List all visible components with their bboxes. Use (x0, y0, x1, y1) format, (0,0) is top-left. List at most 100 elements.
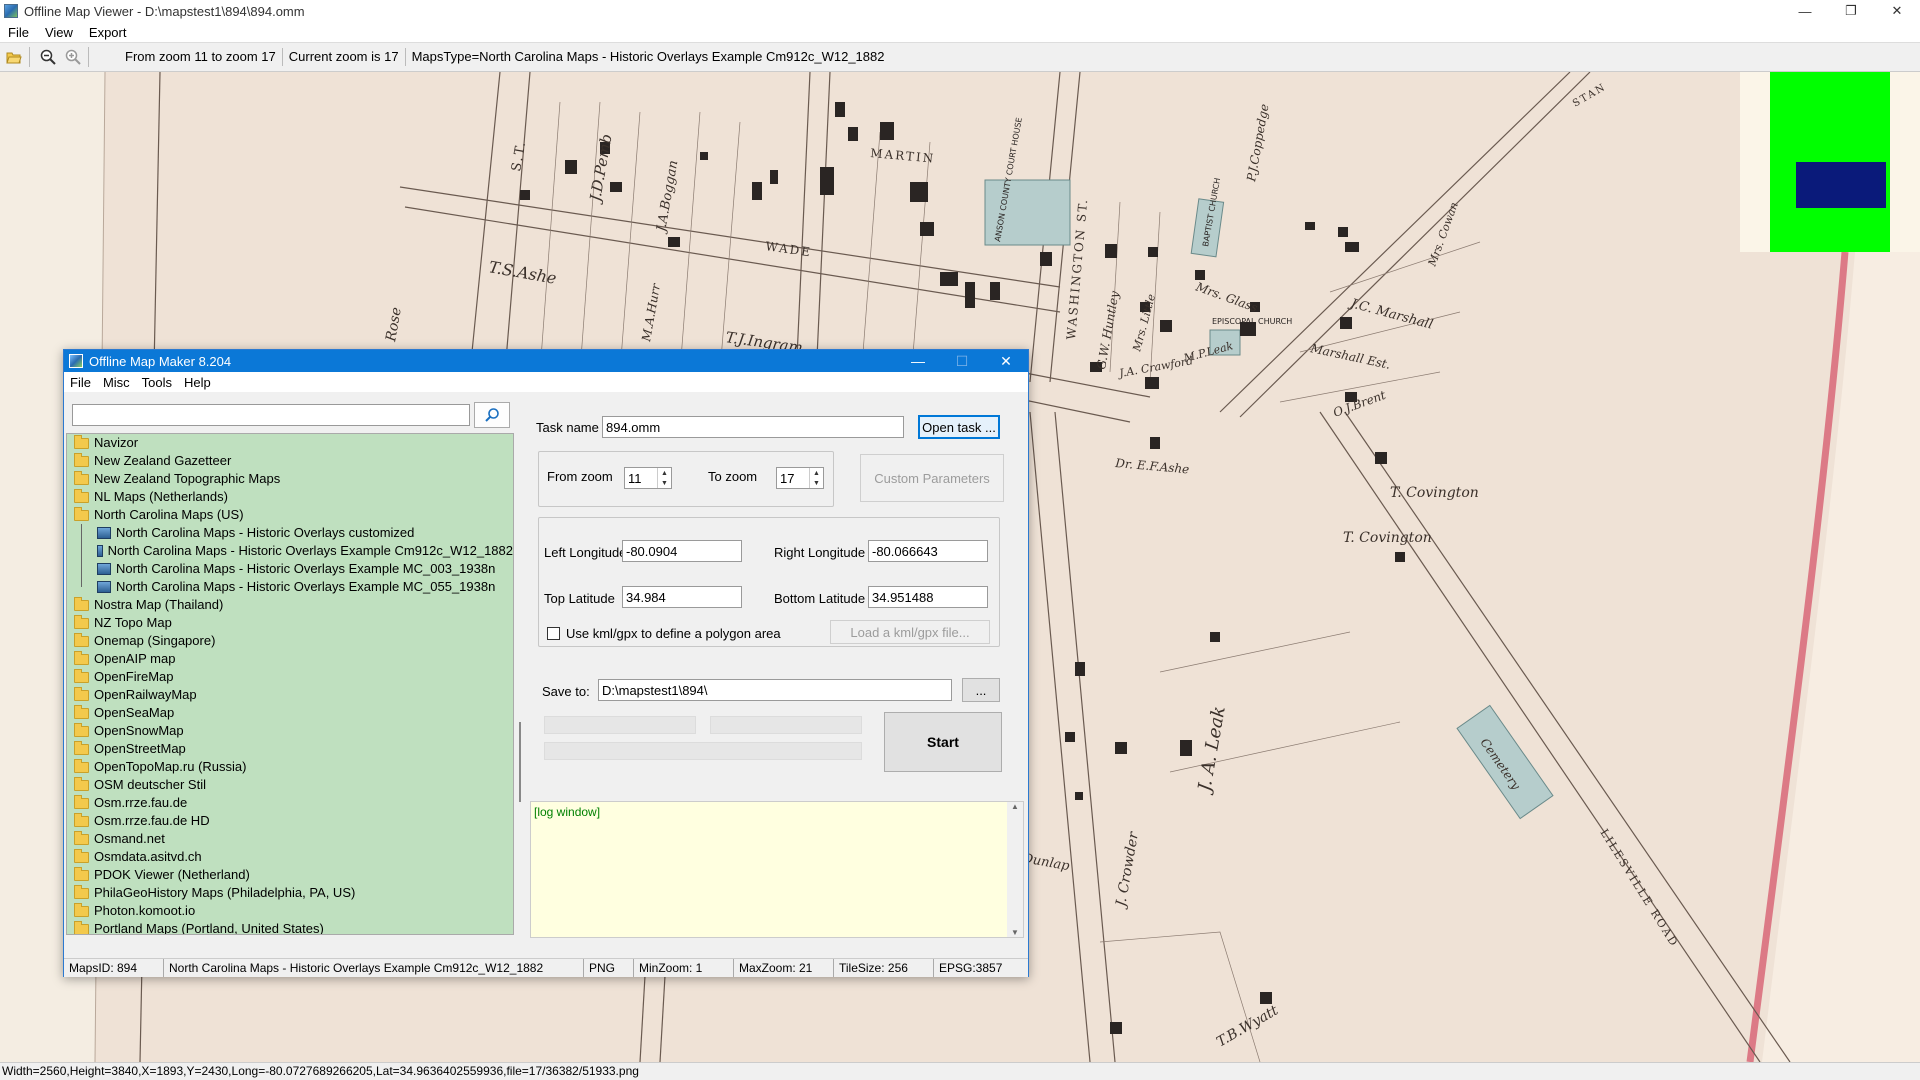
zoom-out-button[interactable] (37, 46, 59, 68)
log-scrollbar[interactable]: ▲ ▼ (1007, 802, 1023, 937)
bottom-latitude-label: Bottom Latitude (774, 591, 866, 606)
tree-folder-item[interactable]: Osmand.net (67, 830, 513, 848)
task-name-input[interactable] (602, 416, 904, 438)
tree-map-item[interactable]: North Carolina Maps - Historic Overlays … (67, 560, 513, 578)
menu-export[interactable]: Export (81, 25, 135, 40)
tree-folder-item[interactable]: OpenSeaMap (67, 704, 513, 722)
menu-view[interactable]: View (37, 25, 81, 40)
tree-folder-item[interactable]: PDOK Viewer (Netherland) (67, 866, 513, 884)
dialog-close-button[interactable]: ✕ (984, 350, 1028, 372)
save-to-input[interactable] (598, 679, 952, 701)
open-folder-button[interactable] (3, 46, 25, 68)
spin-down-icon[interactable]: ▼ (810, 478, 823, 488)
tree-item-label: Portland Maps (Portland, United States) (94, 921, 324, 935)
map-label-lilesville: LILESVILLE ROAD (1597, 827, 1681, 950)
folder-icon (74, 776, 89, 791)
right-longitude-input[interactable] (868, 540, 988, 562)
tree-folder-item[interactable]: New Zealand Topographic Maps (67, 470, 513, 488)
maps-tree[interactable]: Navizor New Zealand Gazetteer New Zealand … (66, 433, 514, 935)
tree-folder-item[interactable]: North Carolina Maps (US) (67, 506, 513, 524)
spin-down-icon[interactable]: ▼ (658, 478, 671, 488)
tree-item-label: OSM deutscher Stil (94, 777, 206, 792)
log-window[interactable]: [log window] ▲ ▼ (530, 801, 1024, 938)
status-min-zoom: MinZoom: 1 (634, 959, 734, 977)
tree-map-item[interactable]: North Carolina Maps - Historic Overlays … (67, 524, 513, 542)
dialog-menu-file[interactable]: File (64, 375, 97, 390)
status-epsg: EPSG:3857 (939, 961, 1003, 975)
tree-item-label: PhilaGeoHistory Maps (Philadelphia, PA, … (94, 885, 356, 900)
search-button[interactable] (474, 402, 510, 428)
menu-file[interactable]: File (0, 25, 37, 40)
tree-folder-item[interactable]: Onemap (Singapore) (67, 632, 513, 650)
left-longitude-input[interactable] (622, 540, 742, 562)
tree-folder-item[interactable]: OpenAIP map (67, 650, 513, 668)
dialog-menu-tools[interactable]: Tools (136, 375, 178, 390)
tree-folder-item[interactable]: Osm.rrze.fau.de (67, 794, 513, 812)
map-label-marshall: J.C. Marshall (1346, 296, 1434, 333)
left-longitude-label: Left Longitude (544, 545, 627, 560)
tree-map-item[interactable]: North Carolina Maps - Historic Overlays … (67, 542, 513, 560)
from-zoom-value[interactable] (625, 468, 651, 488)
dialog-minimize-button[interactable]: — (896, 350, 940, 372)
tree-folder-item[interactable]: NZ Topo Map (67, 614, 513, 632)
to-zoom-value[interactable] (777, 468, 803, 488)
map-label-coppedge: P.J.Coppedge (1244, 103, 1272, 184)
spin-up-icon[interactable]: ▲ (810, 468, 823, 478)
from-zoom-arrows[interactable]: ▲ ▼ (657, 468, 671, 488)
scroll-down-icon[interactable]: ▼ (1011, 928, 1019, 937)
tree-folder-item[interactable]: OpenFireMap (67, 668, 513, 686)
overview-viewport[interactable] (1796, 162, 1886, 208)
tree-folder-item[interactable]: Osmdata.asitvd.ch (67, 848, 513, 866)
close-button[interactable]: ✕ (1874, 0, 1920, 22)
tree-folder-item[interactable]: Portland Maps (Portland, United States) (67, 920, 513, 935)
zoom-in-button[interactable] (62, 46, 84, 68)
minimize-button[interactable]: — (1782, 0, 1828, 22)
overview-minimap[interactable] (1740, 72, 1920, 252)
folder-icon (74, 650, 89, 665)
pane-splitter[interactable] (519, 722, 521, 802)
map-label-episcopal: EPISCOPAL CHURCH (1212, 317, 1292, 326)
browse-folder-button[interactable]: ... (962, 678, 1000, 702)
spin-up-icon[interactable]: ▲ (658, 468, 671, 478)
tree-item-label: OpenSnowMap (94, 723, 184, 738)
tree-folder-item[interactable]: OpenTopoMap.ru (Russia) (67, 758, 513, 776)
to-zoom-arrows[interactable]: ▲ ▼ (809, 468, 823, 488)
start-button[interactable]: Start (884, 712, 1002, 772)
restore-button[interactable]: ❐ (1828, 0, 1874, 22)
maps-type-label: MapsType=North Carolina Maps - Historic … (411, 49, 885, 64)
kml-polygon-label: Use kml/gpx to define a polygon area (566, 626, 781, 641)
folder-icon (74, 452, 89, 467)
to-zoom-stepper[interactable]: ▲▼ (776, 467, 824, 489)
tree-folder-item[interactable]: Nostra Map (Thailand) (67, 596, 513, 614)
load-kml-button[interactable]: Load a kml/gpx file... (830, 620, 990, 644)
tree-folder-item[interactable]: Osm.rrze.fau.de HD (67, 812, 513, 830)
tree-map-item[interactable]: North Carolina Maps - Historic Overlays … (67, 578, 513, 596)
tree-folder-item[interactable]: PhilaGeoHistory Maps (Philadelphia, PA, … (67, 884, 513, 902)
tree-folder-item[interactable]: NL Maps (Netherlands) (67, 488, 513, 506)
tree-folder-item[interactable]: OpenSnowMap (67, 722, 513, 740)
tree-item-label: Osmand.net (94, 831, 165, 846)
custom-parameters-button[interactable]: Custom Parameters (860, 454, 1004, 502)
folder-icon (74, 596, 89, 611)
tree-folder-item[interactable]: OpenStreetMap (67, 740, 513, 758)
map-label-crawford: J.A. Crawford (1116, 354, 1194, 380)
kml-polygon-checkbox[interactable] (547, 627, 560, 640)
tree-folder-item[interactable]: New Zealand Gazetteer (67, 452, 513, 470)
dialog-menu-help[interactable]: Help (178, 375, 217, 390)
dialog-menu-misc[interactable]: Misc (97, 375, 136, 390)
map-icon (97, 527, 111, 539)
tree-folder-item[interactable]: Photon.komoot.io (67, 902, 513, 920)
map-label-wade: WADE (765, 239, 813, 259)
progress-bar-1 (544, 716, 696, 734)
top-latitude-input[interactable] (622, 586, 742, 608)
open-task-button[interactable]: Open task ... (918, 415, 1000, 439)
tree-folder-item[interactable]: OSM deutscher Stil (67, 776, 513, 794)
bottom-latitude-input[interactable] (868, 586, 988, 608)
folder-icon (74, 920, 89, 934)
search-input[interactable] (72, 404, 470, 426)
scroll-up-icon[interactable]: ▲ (1011, 802, 1019, 811)
tree-folder-item[interactable]: Navizor (67, 434, 513, 452)
tree-folder-item[interactable]: OpenRailwayMap (67, 686, 513, 704)
map-label-martin: MARTIN (870, 146, 936, 166)
from-zoom-stepper[interactable]: ▲▼ (624, 467, 672, 489)
